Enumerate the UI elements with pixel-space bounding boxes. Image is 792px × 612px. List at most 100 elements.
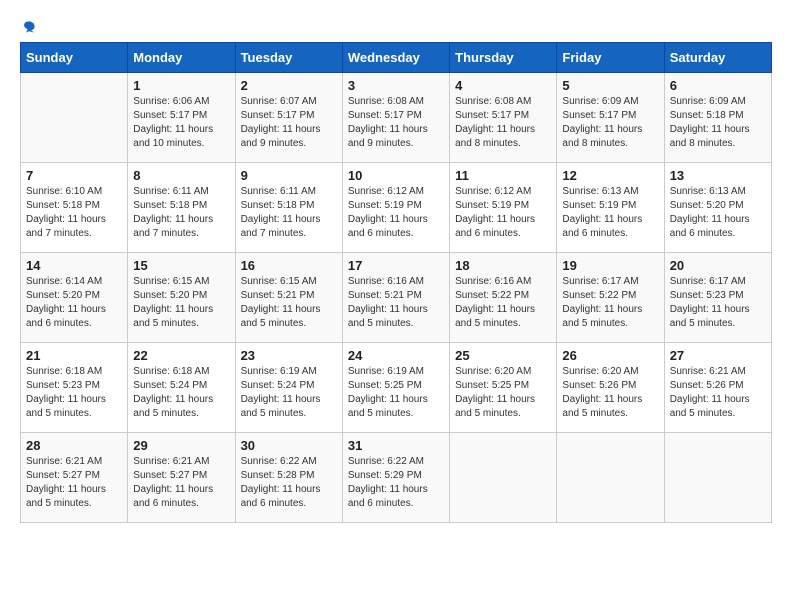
day-number: 19 bbox=[562, 258, 658, 273]
day-number: 25 bbox=[455, 348, 551, 363]
day-info: Sunrise: 6:17 AM Sunset: 5:22 PM Dayligh… bbox=[562, 275, 658, 331]
calendar-cell: 28 Sunrise: 6:21 AM Sunset: 5:27 PM Dayli… bbox=[21, 433, 128, 523]
calendar-cell: 16 Sunrise: 6:15 AM Sunset: 5:21 PM Dayli… bbox=[235, 253, 342, 343]
day-info: Sunrise: 6:22 AM Sunset: 5:28 PM Dayligh… bbox=[241, 455, 337, 511]
calendar-cell: 21 Sunrise: 6:18 AM Sunset: 5:23 PM Dayli… bbox=[21, 343, 128, 433]
day-number: 10 bbox=[348, 168, 444, 183]
calendar-cell: 11 Sunrise: 6:12 AM Sunset: 5:19 PM Dayli… bbox=[450, 163, 557, 253]
day-info: Sunrise: 6:19 AM Sunset: 5:24 PM Dayligh… bbox=[241, 365, 337, 421]
day-number: 21 bbox=[26, 348, 122, 363]
calendar-cell: 14Sunrise: 6:14 AM Sunset: 5:20 PM Dayli… bbox=[21, 253, 128, 343]
day-number: 6 bbox=[670, 78, 766, 93]
day-info: Sunrise: 6:15 AM Sunset: 5:21 PM Dayligh… bbox=[241, 275, 337, 331]
day-number: 24 bbox=[348, 348, 444, 363]
day-number: 3 bbox=[348, 78, 444, 93]
weekday-header-row: SundayMondayTuesdayWednesdayThursdayFrid… bbox=[21, 43, 772, 73]
header bbox=[20, 20, 772, 34]
calendar-cell: 20 Sunrise: 6:17 AM Sunset: 5:23 PM Dayli… bbox=[664, 253, 771, 343]
day-info: Sunrise: 6:08 AM Sunset: 5:17 PM Dayligh… bbox=[455, 95, 551, 151]
calendar-cell: 31 Sunrise: 6:22 AM Sunset: 5:29 PM Dayli… bbox=[342, 433, 449, 523]
calendar-cell: 5 Sunrise: 6:09 AM Sunset: 5:17 PM Daylig… bbox=[557, 73, 664, 163]
day-info: Sunrise: 6:21 AM Sunset: 5:27 PM Dayligh… bbox=[133, 455, 229, 511]
day-number: 1 bbox=[133, 78, 229, 93]
day-number: 29 bbox=[133, 438, 229, 453]
calendar-cell: 2 Sunrise: 6:07 AM Sunset: 5:17 PM Daylig… bbox=[235, 73, 342, 163]
day-number: 11 bbox=[455, 168, 551, 183]
calendar-cell: 9 Sunrise: 6:11 AM Sunset: 5:18 PM Daylig… bbox=[235, 163, 342, 253]
weekday-header-sunday: Sunday bbox=[21, 43, 128, 73]
day-number: 12 bbox=[562, 168, 658, 183]
calendar-cell: 30 Sunrise: 6:22 AM Sunset: 5:28 PM Dayli… bbox=[235, 433, 342, 523]
calendar-cell: 10 Sunrise: 6:12 AM Sunset: 5:19 PM Dayli… bbox=[342, 163, 449, 253]
calendar-cell: 27 Sunrise: 6:21 AM Sunset: 5:26 PM Dayli… bbox=[664, 343, 771, 433]
day-number: 31 bbox=[348, 438, 444, 453]
calendar-body: 1 Sunrise: 6:06 AM Sunset: 5:17 PM Daylig… bbox=[21, 73, 772, 523]
day-number: 9 bbox=[241, 168, 337, 183]
calendar-cell bbox=[557, 433, 664, 523]
day-number: 13 bbox=[670, 168, 766, 183]
weekday-header-wednesday: Wednesday bbox=[342, 43, 449, 73]
weekday-header-saturday: Saturday bbox=[664, 43, 771, 73]
day-info: Sunrise: 6:11 AM Sunset: 5:18 PM Dayligh… bbox=[241, 185, 337, 241]
day-info: Sunrise: 6:20 AM Sunset: 5:26 PM Dayligh… bbox=[562, 365, 658, 421]
day-info: Sunrise: 6:18 AM Sunset: 5:23 PM Dayligh… bbox=[26, 365, 122, 421]
day-number: 27 bbox=[670, 348, 766, 363]
day-info: Sunrise: 6:11 AM Sunset: 5:18 PM Dayligh… bbox=[133, 185, 229, 241]
day-info: Sunrise: 6:21 AM Sunset: 5:27 PM Dayligh… bbox=[26, 455, 122, 511]
day-number: 20 bbox=[670, 258, 766, 273]
day-number: 5 bbox=[562, 78, 658, 93]
day-info: Sunrise: 6:12 AM Sunset: 5:19 PM Dayligh… bbox=[455, 185, 551, 241]
calendar-cell: 4 Sunrise: 6:08 AM Sunset: 5:17 PM Daylig… bbox=[450, 73, 557, 163]
day-info: Sunrise: 6:06 AM Sunset: 5:17 PM Dayligh… bbox=[133, 95, 229, 151]
day-number: 18 bbox=[455, 258, 551, 273]
weekday-header-monday: Monday bbox=[128, 43, 235, 73]
day-number: 23 bbox=[241, 348, 337, 363]
calendar-header: SundayMondayTuesdayWednesdayThursdayFrid… bbox=[21, 43, 772, 73]
calendar-cell: 23 Sunrise: 6:19 AM Sunset: 5:24 PM Dayli… bbox=[235, 343, 342, 433]
day-info: Sunrise: 6:12 AM Sunset: 5:19 PM Dayligh… bbox=[348, 185, 444, 241]
day-info: Sunrise: 6:10 AM Sunset: 5:18 PM Dayligh… bbox=[26, 185, 122, 241]
day-number: 26 bbox=[562, 348, 658, 363]
day-number: 22 bbox=[133, 348, 229, 363]
calendar-cell: 8 Sunrise: 6:11 AM Sunset: 5:18 PM Daylig… bbox=[128, 163, 235, 253]
calendar-cell bbox=[450, 433, 557, 523]
calendar-table: SundayMondayTuesdayWednesdayThursdayFrid… bbox=[20, 42, 772, 523]
calendar-week-row: 7Sunrise: 6:10 AM Sunset: 5:18 PM Daylig… bbox=[21, 163, 772, 253]
day-number: 28 bbox=[26, 438, 122, 453]
calendar-cell: 19 Sunrise: 6:17 AM Sunset: 5:22 PM Dayli… bbox=[557, 253, 664, 343]
weekday-header-tuesday: Tuesday bbox=[235, 43, 342, 73]
day-number: 4 bbox=[455, 78, 551, 93]
logo-bird-icon bbox=[22, 20, 36, 34]
day-info: Sunrise: 6:09 AM Sunset: 5:18 PM Dayligh… bbox=[670, 95, 766, 151]
day-info: Sunrise: 6:15 AM Sunset: 5:20 PM Dayligh… bbox=[133, 275, 229, 331]
day-number: 8 bbox=[133, 168, 229, 183]
calendar-cell: 17Sunrise: 6:16 AM Sunset: 5:21 PM Dayli… bbox=[342, 253, 449, 343]
calendar-cell: 13 Sunrise: 6:13 AM Sunset: 5:20 PM Dayli… bbox=[664, 163, 771, 253]
day-info: Sunrise: 6:21 AM Sunset: 5:26 PM Dayligh… bbox=[670, 365, 766, 421]
day-info: Sunrise: 6:17 AM Sunset: 5:23 PM Dayligh… bbox=[670, 275, 766, 331]
calendar-cell: 6 Sunrise: 6:09 AM Sunset: 5:18 PM Daylig… bbox=[664, 73, 771, 163]
day-info: Sunrise: 6:19 AM Sunset: 5:25 PM Dayligh… bbox=[348, 365, 444, 421]
day-info: Sunrise: 6:07 AM Sunset: 5:17 PM Dayligh… bbox=[241, 95, 337, 151]
day-number: 30 bbox=[241, 438, 337, 453]
calendar-cell: 7Sunrise: 6:10 AM Sunset: 5:18 PM Daylig… bbox=[21, 163, 128, 253]
day-info: Sunrise: 6:20 AM Sunset: 5:25 PM Dayligh… bbox=[455, 365, 551, 421]
day-number: 2 bbox=[241, 78, 337, 93]
calendar-week-row: 1 Sunrise: 6:06 AM Sunset: 5:17 PM Daylig… bbox=[21, 73, 772, 163]
calendar-cell: 25 Sunrise: 6:20 AM Sunset: 5:25 PM Dayli… bbox=[450, 343, 557, 433]
calendar-week-row: 28 Sunrise: 6:21 AM Sunset: 5:27 PM Dayli… bbox=[21, 433, 772, 523]
day-info: Sunrise: 6:22 AM Sunset: 5:29 PM Dayligh… bbox=[348, 455, 444, 511]
day-info: Sunrise: 6:09 AM Sunset: 5:17 PM Dayligh… bbox=[562, 95, 658, 151]
day-number: 16 bbox=[241, 258, 337, 273]
calendar-week-row: 14Sunrise: 6:14 AM Sunset: 5:20 PM Dayli… bbox=[21, 253, 772, 343]
calendar-cell bbox=[664, 433, 771, 523]
day-info: Sunrise: 6:16 AM Sunset: 5:21 PM Dayligh… bbox=[348, 275, 444, 331]
calendar-week-row: 21 Sunrise: 6:18 AM Sunset: 5:23 PM Dayli… bbox=[21, 343, 772, 433]
day-info: Sunrise: 6:18 AM Sunset: 5:24 PM Dayligh… bbox=[133, 365, 229, 421]
day-info: Sunrise: 6:13 AM Sunset: 5:20 PM Dayligh… bbox=[670, 185, 766, 241]
weekday-header-thursday: Thursday bbox=[450, 43, 557, 73]
calendar-cell: 29 Sunrise: 6:21 AM Sunset: 5:27 PM Dayli… bbox=[128, 433, 235, 523]
calendar-cell: 15Sunrise: 6:15 AM Sunset: 5:20 PM Dayli… bbox=[128, 253, 235, 343]
calendar-cell: 12Sunrise: 6:13 AM Sunset: 5:19 PM Dayli… bbox=[557, 163, 664, 253]
weekday-header-friday: Friday bbox=[557, 43, 664, 73]
